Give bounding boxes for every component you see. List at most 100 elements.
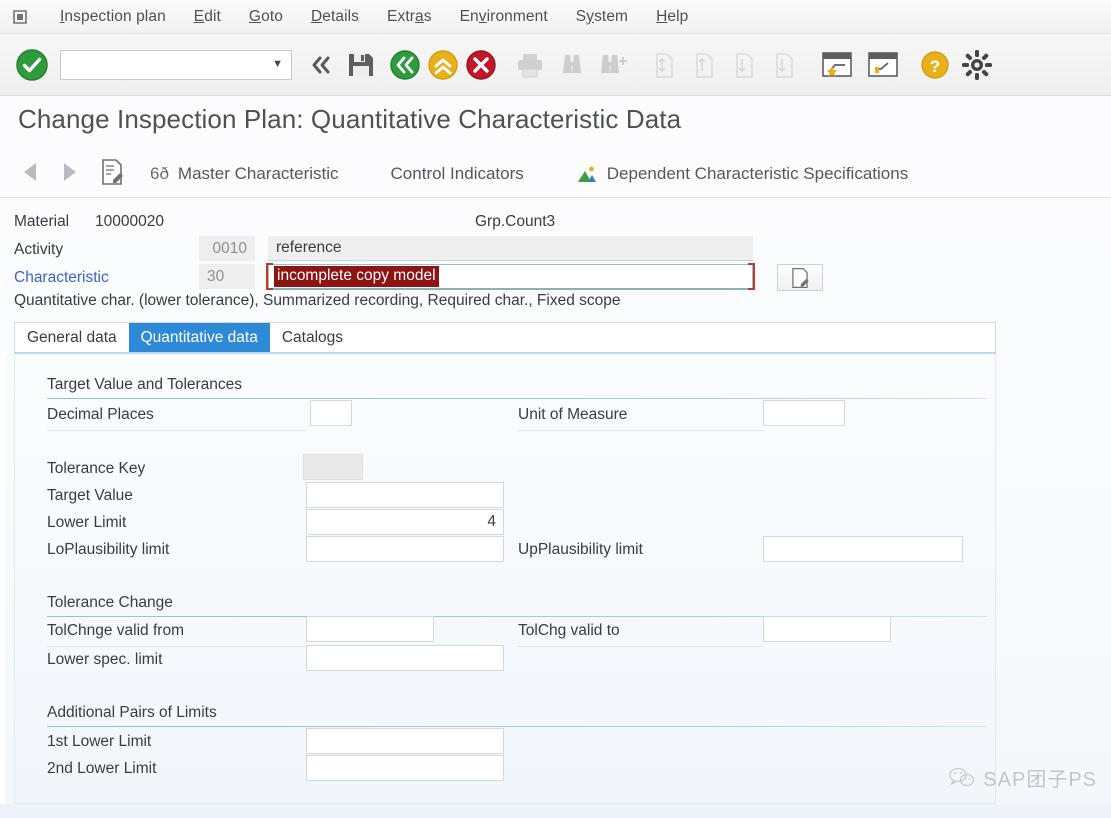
field-label-2nd-lower-limit: 2nd Lower Limit <box>47 760 157 777</box>
create-session-star-icon[interactable] <box>814 48 860 82</box>
activity-description[interactable]: reference <box>268 236 753 261</box>
menu-label-edit: dit <box>204 7 221 25</box>
group-title-additional-pairs-of-limits: Additional Pairs of Limits <box>47 704 217 721</box>
menu-accel-sys: y <box>586 7 595 25</box>
back-green-icon[interactable] <box>386 48 424 82</box>
field-label-loplausibility-limit: LoPlausibility limit <box>47 541 170 558</box>
cancel-red-x-icon[interactable] <box>462 48 500 82</box>
sap-menu-icon[interactable] <box>12 8 34 26</box>
menu-bar: Inspection plan Edit Goto Details Extras… <box>0 0 1111 34</box>
command-input[interactable] <box>61 50 266 79</box>
menu-label-extras-b: s <box>423 7 432 25</box>
menu-accel-edit: E <box>193 7 205 25</box>
menu-item-edit[interactable]: Edit <box>180 8 235 26</box>
next-page-icon <box>724 48 764 82</box>
menu-item-extras[interactable]: Extras <box>373 8 446 26</box>
save-floppy-icon[interactable] <box>342 48 380 82</box>
find-binoculars-icon <box>552 48 592 82</box>
menu-label-env-b: ironment <box>486 7 548 25</box>
field-input-tolchg-valid-to[interactable] <box>763 616 891 642</box>
menu-item-details[interactable]: Details <box>297 8 373 26</box>
field-label-1st-lower-limit: 1st Lower Limit <box>47 733 152 750</box>
app-button-control-indicators-label: Control Indicators <box>390 164 524 183</box>
app-button-master-characteristic-label: Master Characteristic <box>177 164 339 183</box>
app-button-master-characteristic[interactable]: 6ð Master Characteristic <box>150 164 339 184</box>
find-next-binoculars-icon <box>592 48 636 82</box>
double-chevron-left-icon[interactable] <box>304 48 338 82</box>
menu-label-help: elp <box>667 7 689 25</box>
field-label-decimal-places: Decimal Places <box>47 406 154 423</box>
menu-accel-details: D <box>310 7 323 25</box>
characteristic-label[interactable]: Characteristic <box>14 269 109 287</box>
material-label: Material <box>14 213 70 230</box>
command-field[interactable]: ▼ <box>60 49 292 80</box>
field-input-lower-limit[interactable]: 4 <box>306 509 504 535</box>
menu-item-goto[interactable]: Goto <box>235 8 297 26</box>
characteristic-value[interactable]: 30 <box>199 264 255 289</box>
field-input-tolerance-key <box>303 454 363 480</box>
field-input-upplausibility-limit[interactable] <box>763 536 963 562</box>
field-input-2nd-lower-limit[interactable] <box>306 755 504 781</box>
menu-label-inspection-plan: nspection plan <box>64 7 166 25</box>
page-title: Change Inspection Plan: Quantitative Cha… <box>18 104 682 134</box>
app-button-control-indicators[interactable]: Control Indicators <box>391 164 524 184</box>
help-question-icon[interactable]: ? <box>914 48 956 82</box>
mountain-picture-icon <box>576 164 598 184</box>
watermark-text: SAP团子PS <box>983 769 1097 791</box>
activity-value[interactable]: 0010 <box>199 236 255 261</box>
characteristic-description-input[interactable]: incomplete copy model <box>266 263 755 290</box>
last-page-icon <box>764 48 804 82</box>
focus-bracket-right <box>748 263 755 290</box>
green-check-icon[interactable] <box>14 47 50 83</box>
menu-label-details: etails <box>322 7 360 25</box>
menu-label-extras-a: Extr <box>387 7 416 25</box>
field-input-unit-of-measure[interactable] <box>763 400 845 426</box>
menu-label-goto: oto <box>261 7 283 25</box>
characteristic-detail-button[interactable] <box>777 264 823 291</box>
tab-quantitative-data[interactable]: Quantitative data <box>128 323 270 352</box>
activity-label: Activity <box>14 241 64 258</box>
watermark: SAP团子PS <box>948 763 1097 792</box>
status-bar-area <box>0 804 1111 818</box>
print-icon <box>508 48 552 82</box>
first-page-icon <box>644 48 684 82</box>
menu-item-environment[interactable]: Environment <box>446 8 562 26</box>
tab-general-data[interactable]: General data <box>15 323 129 352</box>
chevron-down-icon[interactable]: ▼ <box>272 59 283 70</box>
field-underline-tolchnge-valid-from <box>47 646 307 647</box>
material-value: 10000020 <box>95 213 164 230</box>
field-input-1st-lower-limit[interactable] <box>306 728 504 754</box>
field-label-target-value: Target Value <box>47 487 133 504</box>
menu-accel-env: v <box>478 7 487 25</box>
create-shortcut-icon[interactable] <box>860 48 906 82</box>
menu-item-system[interactable]: System <box>562 8 642 26</box>
triangle-left-icon[interactable] <box>18 159 52 190</box>
field-underline-unit-of-measure <box>518 430 763 431</box>
menu-accel-extras: a <box>415 7 424 25</box>
field-input-decimal-places[interactable] <box>310 400 352 426</box>
field-input-lower-spec-limit[interactable] <box>306 645 504 671</box>
svg-text:?: ? <box>930 57 940 76</box>
field-label-lower-limit: Lower Limit <box>47 514 127 531</box>
customize-gear-icon[interactable] <box>956 48 998 82</box>
app-button-dependent-characteristic-specifications-label: Dependent Characteristic Specifications <box>606 164 909 183</box>
document-edit-icon[interactable] <box>98 158 132 191</box>
focus-bracket-left <box>266 263 273 290</box>
menu-item-help[interactable]: Help <box>642 8 702 26</box>
field-label-unit-of-measure: Unit of Measure <box>518 406 628 423</box>
group-title-tolerance-change: Tolerance Change <box>47 594 173 611</box>
toolbar-divider <box>0 197 1111 198</box>
field-input-tolchnge-valid-from[interactable] <box>306 616 434 642</box>
menu-label-sys-a: S <box>575 7 587 25</box>
field-input-target-value[interactable] <box>306 482 504 508</box>
field-input-loplausibility-limit[interactable] <box>306 536 504 562</box>
field-label-tolchnge-valid-from: TolChnge valid from <box>47 622 184 639</box>
triangle-right-icon[interactable] <box>56 159 90 190</box>
app-button-dependent-characteristic-specifications[interactable]: Dependent Characteristic Specifications <box>576 164 908 184</box>
application-toolbar: 6ð Master Characteristic Control Indicat… <box>0 150 1111 198</box>
menu-item-inspection-plan[interactable]: Inspection plan <box>46 8 180 26</box>
exit-yellow-up-icon[interactable] <box>424 48 462 82</box>
tab-catalogs[interactable]: Catalogs <box>270 323 355 352</box>
menu-label-env-a: En <box>459 7 479 25</box>
field-label-tolerance-key: Tolerance Key <box>47 460 146 477</box>
